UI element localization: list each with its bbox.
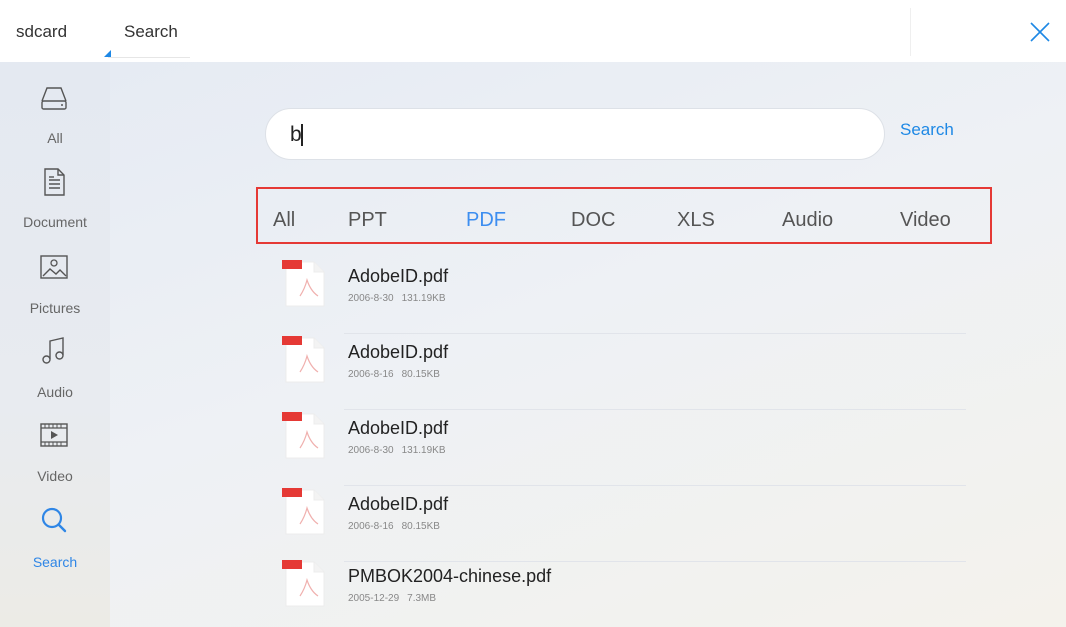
file-row[interactable]: AdobeID.pdf 2006-8-16 80.15KB <box>282 486 966 562</box>
sidebar-item-label: Audio <box>37 384 73 400</box>
file-meta: 2006-8-16 80.15KB <box>348 369 440 380</box>
tab-underline <box>108 57 190 58</box>
filter-tab-pdf[interactable]: PDF <box>466 209 506 232</box>
text-cursor <box>301 124 303 146</box>
file-meta: 2006-8-16 80.15KB <box>348 521 440 532</box>
sidebar-item-audio[interactable]: Audio <box>0 328 110 408</box>
filter-tab-all[interactable]: All <box>273 209 295 232</box>
pdf-file-icon <box>282 336 325 383</box>
music-note-icon <box>42 337 64 364</box>
close-icon <box>1030 22 1050 42</box>
search-input[interactable] <box>290 119 850 151</box>
pdf-file-icon <box>282 412 325 459</box>
sidebar-item-label: Pictures <box>29 300 81 316</box>
file-row[interactable]: PMBOK2004-chinese.pdf 2005-12-29 7.3MB <box>282 558 966 627</box>
tab-search[interactable]: Search <box>108 0 190 62</box>
file-date: 2005-12-29 <box>348 593 400 604</box>
sidebar-item-search[interactable]: Search <box>0 498 110 578</box>
main-content: Search All PPT PDF DOC XLS Audio Video A… <box>110 62 1066 627</box>
file-name: AdobeID.pdf <box>348 266 449 286</box>
sidebar-item-video[interactable]: Video <box>0 412 110 492</box>
sidebar-item-document[interactable]: Document <box>0 160 110 240</box>
video-icon <box>40 423 68 447</box>
drive-icon <box>41 87 67 110</box>
search-box <box>265 108 885 160</box>
pdf-file-icon <box>282 488 325 535</box>
sidebar-item-pictures[interactable]: Pictures <box>0 244 110 324</box>
file-name: AdobeID.pdf <box>348 494 449 514</box>
file-row[interactable]: AdobeID.pdf 2006-8-30 131.19KB <box>282 410 966 486</box>
sidebar-item-label: Video <box>37 468 73 484</box>
filter-tab-doc[interactable]: DOC <box>571 209 615 232</box>
file-date: 2006-8-30 <box>348 445 394 456</box>
file-date: 2006-8-16 <box>348 521 394 532</box>
file-date: 2006-8-30 <box>348 293 394 304</box>
sidebar-item-all[interactable]: All <box>0 76 110 156</box>
file-size: 131.19KB <box>401 293 446 304</box>
tab-sdcard-label: sdcard <box>16 22 68 41</box>
pdf-file-icon <box>282 560 325 607</box>
file-name: AdobeID.pdf <box>348 418 449 438</box>
file-meta: 2006-8-30 131.19KB <box>348 445 446 456</box>
filter-tabs-highlight: All PPT PDF DOC XLS Audio Video <box>256 187 992 244</box>
file-name: PMBOK2004-chinese.pdf <box>348 566 552 586</box>
search-icon <box>41 507 67 533</box>
filter-tab-ppt[interactable]: PPT <box>348 209 387 232</box>
sidebar-item-label: All <box>47 130 63 146</box>
sidebar: All Document Pictures Audio Video Search <box>0 62 110 627</box>
picture-icon <box>40 255 68 279</box>
file-meta: 2005-12-29 7.3MB <box>348 593 436 604</box>
document-icon <box>44 168 65 196</box>
file-size: 131.19KB <box>401 445 446 456</box>
filter-tab-video[interactable]: Video <box>900 209 951 232</box>
tab-sdcard[interactable]: sdcard <box>12 0 111 62</box>
sidebar-item-label: Document <box>23 214 87 230</box>
file-row[interactable]: AdobeID.pdf 2006-8-30 131.19KB <box>282 258 966 334</box>
sidebar-item-label: Search <box>32 554 78 570</box>
file-size: 80.15KB <box>401 369 440 380</box>
file-row[interactable]: AdobeID.pdf 2006-8-16 80.15KB <box>282 334 966 410</box>
pdf-file-icon <box>282 260 325 307</box>
file-size: 80.15KB <box>401 521 440 532</box>
file-date: 2006-8-16 <box>348 369 394 380</box>
tab-search-label: Search <box>124 22 178 41</box>
close-button[interactable] <box>1028 20 1052 44</box>
file-meta: 2006-8-30 131.19KB <box>348 293 446 304</box>
file-name: AdobeID.pdf <box>348 342 449 362</box>
divider <box>910 8 911 56</box>
search-button[interactable]: Search <box>900 120 954 140</box>
top-bar: sdcard Search <box>0 0 1066 62</box>
filter-tab-xls[interactable]: XLS <box>677 209 715 232</box>
file-size: 7.3MB <box>407 593 437 604</box>
filter-tab-audio[interactable]: Audio <box>782 209 833 232</box>
